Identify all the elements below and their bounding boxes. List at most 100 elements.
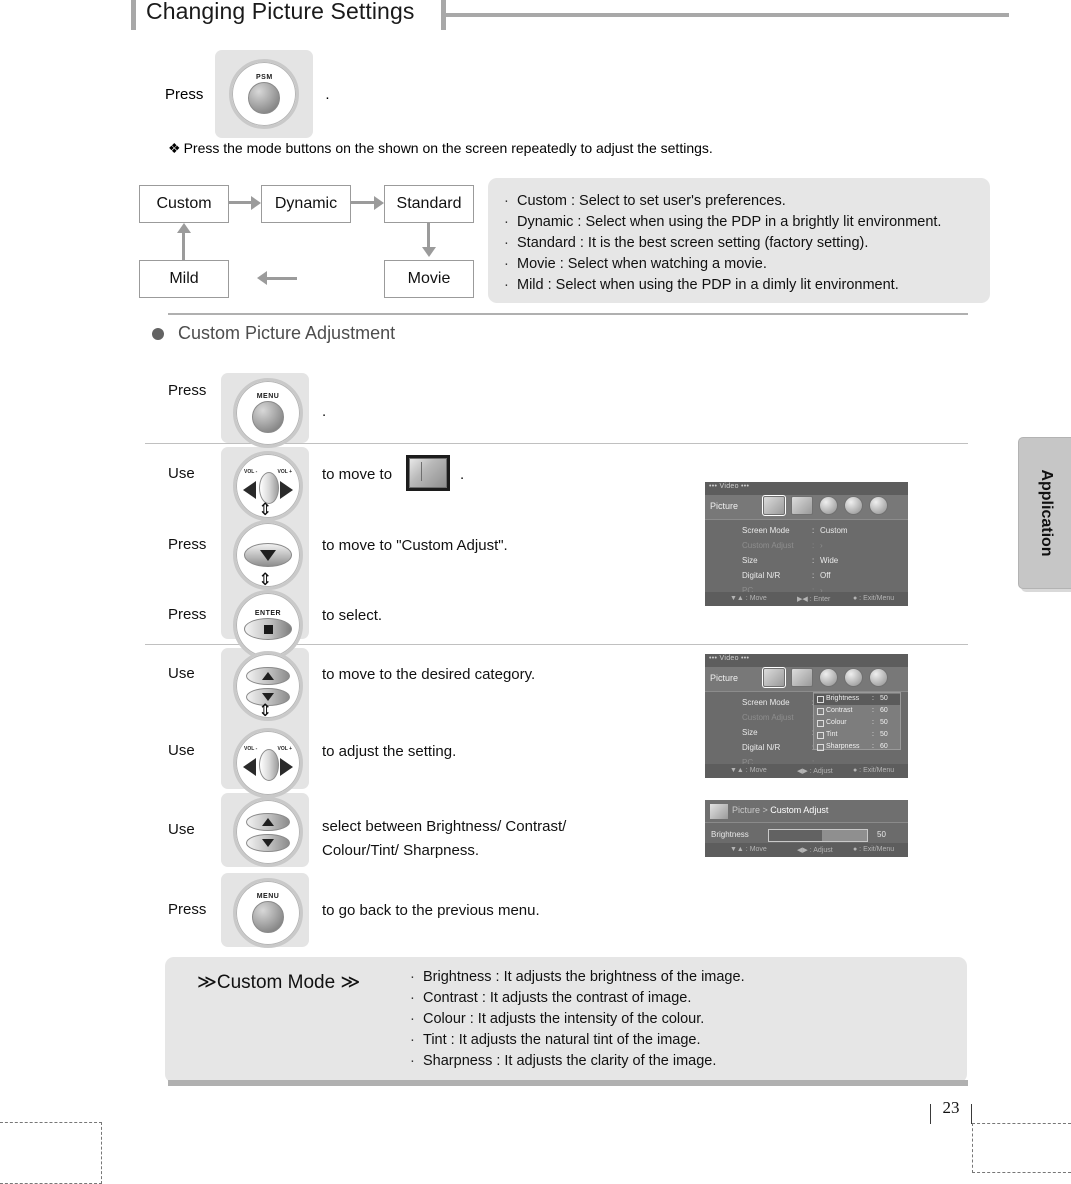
- step-4-verb: Press: [168, 606, 207, 623]
- arrow-right-icon: [280, 758, 293, 776]
- osd2-row-label: Custom Adjust: [742, 713, 794, 722]
- osd3-footer-move: ▼▲ : Move: [730, 846, 767, 853]
- picture-tab-icon[interactable]: [762, 495, 786, 516]
- osd1-row-label: Custom Adjust: [742, 541, 794, 550]
- custom-adjust-item-sep: :: [872, 743, 874, 750]
- osd1-source-label: ••• Video •••: [709, 483, 750, 490]
- step-2-text: to move to: [322, 466, 393, 483]
- step-1-button-slot[interactable]: MENU: [233, 378, 303, 448]
- osd1-row[interactable]: Digital N/R: Off: [705, 571, 908, 586]
- up-button-oval: [246, 812, 290, 831]
- step-6-button-slot[interactable]: VOL - VOL +: [233, 728, 303, 798]
- psm-button-tile[interactable]: PSM: [215, 50, 314, 138]
- osd1-row-value: Wide: [820, 556, 839, 565]
- screen-tab-icon[interactable]: [791, 668, 813, 687]
- list-bullet-icon: ·: [410, 1032, 415, 1048]
- section-bullet-icon: [152, 327, 164, 340]
- osd2-titlerow: Picture: [705, 667, 908, 692]
- osd2-icon-strip: [762, 667, 888, 688]
- enter-remote-button[interactable]: ENTER: [233, 590, 303, 660]
- volume-left-right-button[interactable]: VOL - VOL +: [233, 728, 303, 798]
- press-psm-period: .: [325, 85, 330, 103]
- step-3-verb: Press: [168, 536, 207, 553]
- custom-adjust-item[interactable]: Brightness:50: [814, 694, 900, 705]
- step-connector-2: ⇕: [258, 570, 273, 590]
- flow-arrow-mild-custom-line: [182, 233, 185, 261]
- menu-remote-button[interactable]: MENU: [233, 878, 303, 948]
- list-item-text: Colour : It adjusts the intensity of the…: [423, 1011, 705, 1027]
- custom-adjust-item-value: 60: [880, 743, 888, 750]
- step-8-verb: Press: [168, 901, 207, 918]
- osd1-row[interactable]: Size: Wide: [705, 556, 908, 571]
- page-number-box: 23: [930, 1096, 972, 1124]
- brightness-slider-fill: [769, 830, 822, 841]
- up-down-button-stack: [246, 812, 290, 852]
- down-button-oval: [246, 833, 290, 852]
- list-item: · Standard : It is the best screen settin…: [504, 233, 990, 254]
- diamond-bullet-icon: ❖: [168, 140, 181, 156]
- setup-tab-icon[interactable]: [844, 496, 863, 515]
- screen-tab-icon[interactable]: [791, 496, 813, 515]
- footer-rule: [168, 1080, 968, 1086]
- custom-adjust-item[interactable]: Colour:50: [814, 718, 900, 729]
- custom-adjust-item[interactable]: Contrast:60: [814, 706, 900, 717]
- enter-button-oval: [244, 618, 292, 640]
- osd-screenshot-picture-menu: ••• Video ••• Picture Screen Mode: Custom…: [705, 482, 908, 606]
- custom-adjust-item[interactable]: Sharpness:60: [814, 742, 900, 753]
- osd1-row[interactable]: Custom Adjust: ›: [705, 541, 908, 556]
- enter-button-cap: ENTER: [254, 610, 282, 617]
- up-down-remote-button[interactable]: [233, 797, 303, 867]
- psm-remote-button[interactable]: PSM: [229, 59, 300, 129]
- setup-tab-icon[interactable]: [844, 668, 863, 687]
- flow-box-dynamic[interactable]: Dynamic: [261, 185, 351, 223]
- flow-box-standard[interactable]: Standard: [384, 185, 474, 223]
- osd1-footer: ▼▲ : Move ▶◀ : Enter ● : Exit/Menu: [705, 592, 908, 606]
- step-8-button-slot[interactable]: MENU: [233, 878, 303, 948]
- osd1-title: Picture: [710, 501, 739, 511]
- flow-box-custom[interactable]: Custom: [139, 185, 229, 223]
- custom-adjust-item[interactable]: Tint:50: [814, 730, 900, 741]
- sound-tab-icon[interactable]: [819, 668, 838, 687]
- list-bullet-icon: ·: [504, 256, 509, 272]
- step-8-text: to go back to the previous menu.: [322, 902, 540, 919]
- sound-tab-icon[interactable]: [819, 496, 838, 515]
- section-divider-top: [168, 313, 968, 315]
- time-tab-icon[interactable]: [869, 668, 888, 687]
- flow-box-movie[interactable]: Movie: [384, 260, 474, 298]
- list-item: · Contrast : It adjusts the contrast of i…: [410, 988, 745, 1009]
- custom-adjust-item-value: 60: [880, 707, 888, 714]
- list-bullet-icon: ·: [410, 1053, 415, 1069]
- flow-arrow-standard-movie-head: [422, 247, 436, 257]
- picture-tab-icon[interactable]: [762, 667, 786, 688]
- arrow-left-icon: [243, 481, 256, 499]
- custom-adjust-item-sep: :: [872, 731, 874, 738]
- step-4-button-slot[interactable]: ENTER: [233, 590, 303, 660]
- section-heading: Custom Picture Adjustment: [152, 323, 395, 344]
- custom-adjust-item-value: 50: [880, 731, 888, 738]
- brightness-slider[interactable]: [768, 829, 868, 842]
- osd1-icon-strip: [762, 495, 888, 516]
- arrow-down-icon: [260, 549, 276, 561]
- section-side-tab[interactable]: Application: [1018, 437, 1071, 589]
- custom-adjust-item-name: Colour: [826, 719, 847, 726]
- osd1-row-value: Custom: [820, 526, 848, 535]
- custom-mode-panel-title: ≫Custom Mode ≫: [197, 972, 361, 993]
- flow-box-mild[interactable]: Mild: [139, 260, 229, 298]
- step-7-button-slot[interactable]: [233, 797, 303, 867]
- osd3-footer: ▼▲ : Move ◀▶ : Adjust ● : Exit/Menu: [705, 843, 908, 857]
- flow-arrow-dynamic-standard-line: [351, 201, 375, 204]
- osd1-row-label: Digital N/R: [742, 571, 781, 580]
- osd2-topbar: ••• Video •••: [705, 654, 908, 667]
- list-item: · Mild : Select when using the PDP in a d…: [504, 275, 990, 296]
- menu-remote-button[interactable]: MENU: [233, 378, 303, 448]
- custom-mode-info-list: · Brightness : It adjusts the brightness …: [410, 967, 745, 1072]
- step-7-text-line2: Colour/Tint/ Sharpness.: [322, 842, 480, 859]
- list-item-text: Brightness : It adjusts the brightness o…: [423, 969, 745, 985]
- osd1-footer-enter: ▶◀ : Enter: [797, 596, 831, 603]
- screen-icon-inner: [409, 458, 447, 488]
- osd1-row[interactable]: Screen Mode: Custom: [705, 526, 908, 541]
- checkbox-icon: [817, 744, 824, 751]
- custom-adjust-item-sep: :: [872, 707, 874, 714]
- footer-dashed-line-vertical: [972, 1123, 973, 1173]
- time-tab-icon[interactable]: [869, 496, 888, 515]
